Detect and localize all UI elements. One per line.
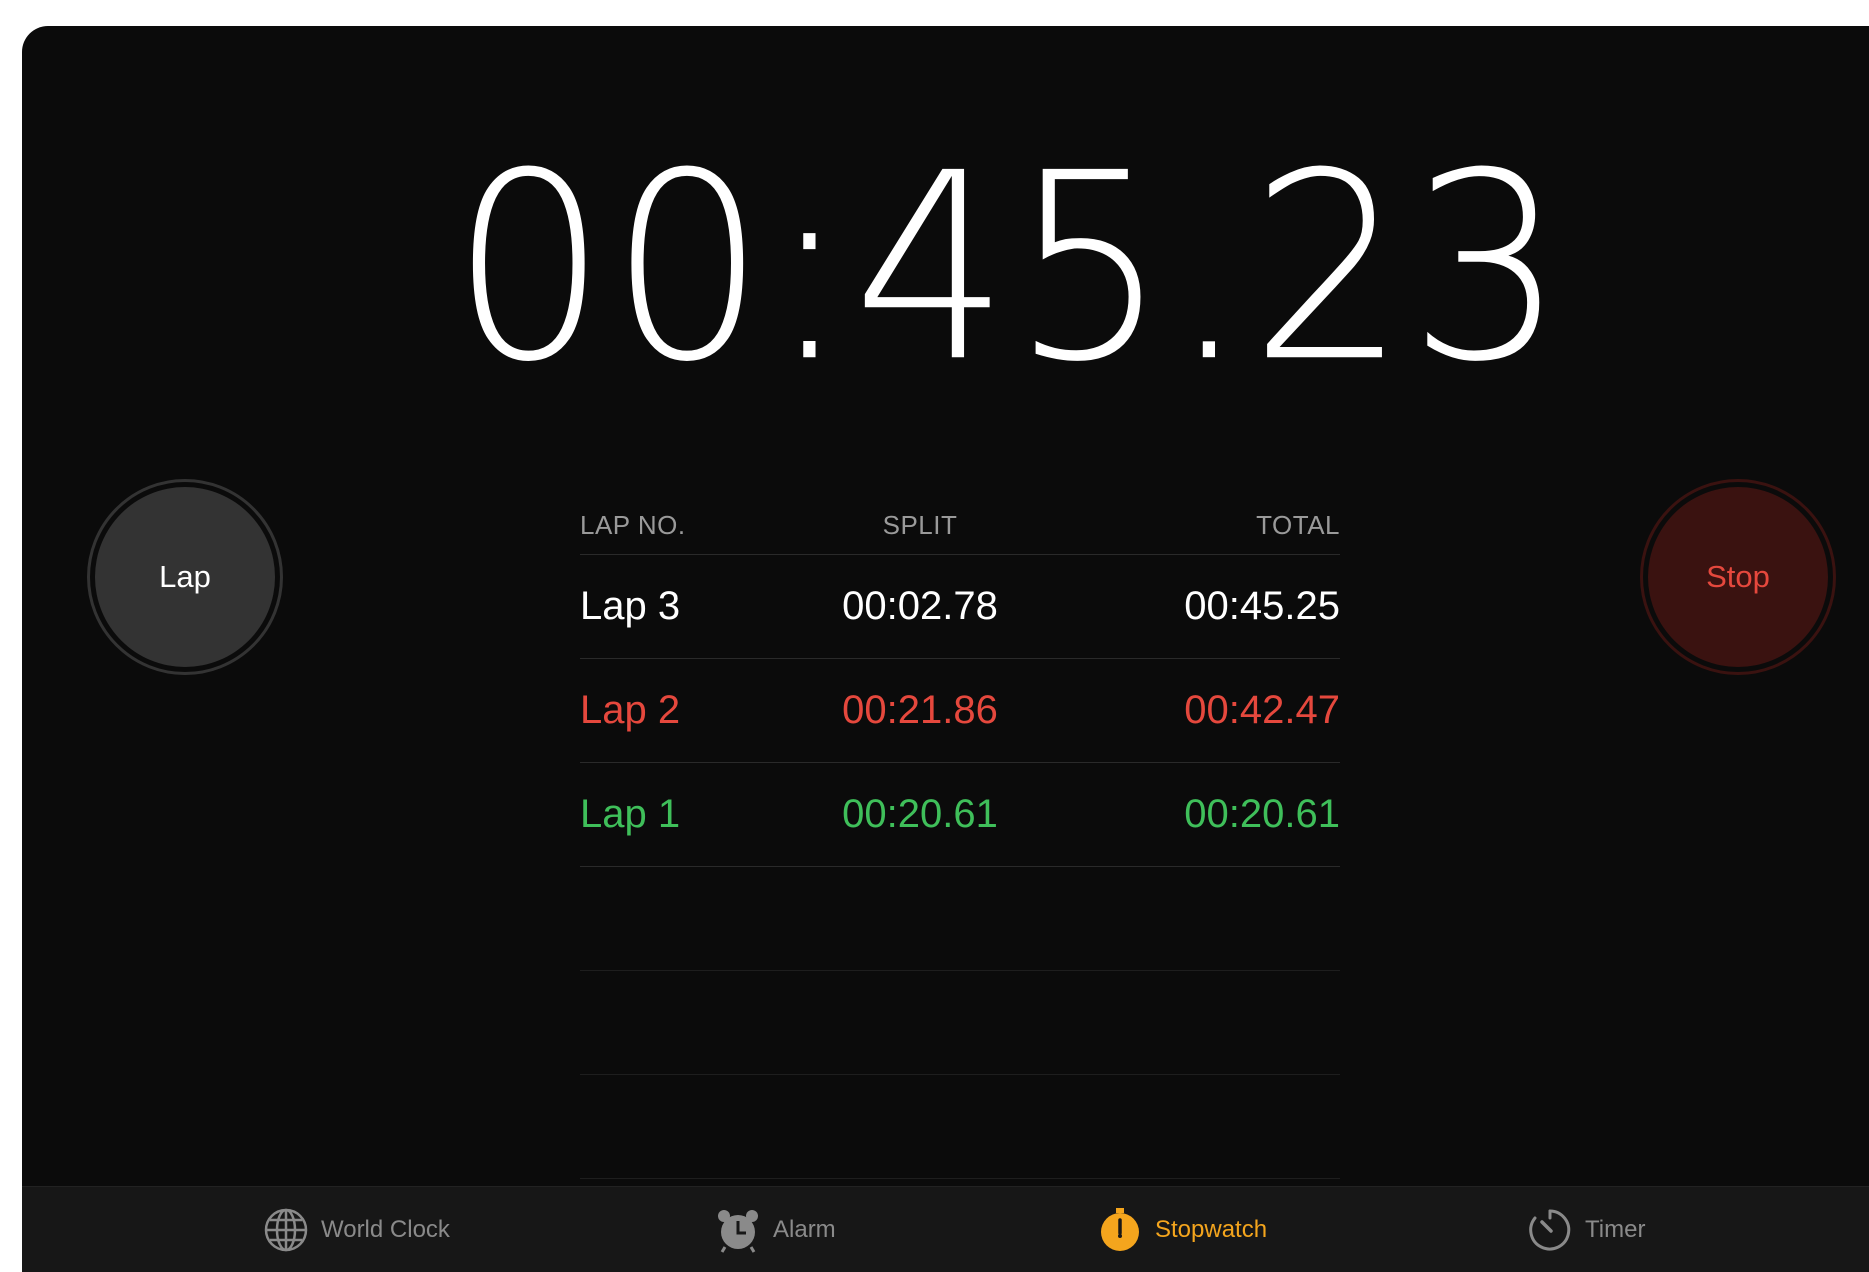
- tab-timer[interactable]: Timer: [1527, 1187, 1645, 1272]
- lap-row-best: Lap 1 00:20.61 00:20.61: [580, 763, 1340, 867]
- lap-split: 00:20.61: [842, 792, 998, 836]
- stop-button-label: Stop: [1706, 559, 1770, 594]
- lap-name: Lap 3: [580, 584, 681, 628]
- lap-total: 00:20.61: [1184, 792, 1340, 836]
- tab-alarm[interactable]: Alarm: [715, 1187, 836, 1272]
- lap-total: 00:45.25: [1184, 584, 1340, 628]
- lap-total: 00:42.47: [1184, 688, 1340, 732]
- lap-row: Lap 3 00:02.78 00:45.25: [580, 555, 1340, 659]
- empty-lap-row: [580, 971, 1340, 1075]
- stopwatch-time-display: 00:45.23: [22, 140, 1869, 398]
- header-split: SPLIT: [882, 509, 958, 540]
- lap-split: 00:21.86: [842, 688, 998, 732]
- stopwatch-icon: [1097, 1207, 1143, 1253]
- header-total: TOTAL: [1256, 509, 1340, 540]
- globe-icon: [263, 1207, 309, 1253]
- lap-name: Lap 2: [580, 688, 681, 732]
- header-lap-no: LAP NO.: [580, 509, 686, 540]
- tab-bar: World Clock Alarm Stopwatch Timer: [22, 1186, 1869, 1272]
- tab-label: Timer: [1585, 1215, 1646, 1243]
- empty-lap-row: [580, 1075, 1340, 1179]
- tab-label: Stopwatch: [1155, 1215, 1268, 1243]
- lap-button[interactable]: Lap: [87, 479, 283, 675]
- tab-world-clock[interactable]: World Clock: [263, 1187, 450, 1272]
- alarm-clock-icon: [715, 1207, 761, 1253]
- lap-name: Lap 1: [580, 792, 681, 836]
- laps-table: LAP NO. SPLIT TOTAL Lap 3 00:02.78 00:45…: [580, 496, 1340, 1179]
- laps-table-header: LAP NO. SPLIT TOTAL: [580, 496, 1340, 555]
- lap-row-worst: Lap 2 00:21.86 00:42.47: [580, 659, 1340, 763]
- stop-button[interactable]: Stop: [1640, 479, 1836, 675]
- stopwatch-screen: 00:45.23 Lap Stop LAP NO. SPLIT TOTAL La…: [22, 26, 1869, 1272]
- stopwatch-time-text: 00:45.23: [450, 118, 1568, 420]
- timer-icon: [1527, 1207, 1573, 1253]
- empty-lap-row: [580, 867, 1340, 971]
- tab-label: World Clock: [321, 1215, 450, 1243]
- tab-stopwatch[interactable]: Stopwatch: [1097, 1187, 1267, 1272]
- lap-split: 00:02.78: [842, 584, 998, 628]
- tab-label: Alarm: [773, 1215, 836, 1243]
- lap-button-label: Lap: [159, 559, 211, 594]
